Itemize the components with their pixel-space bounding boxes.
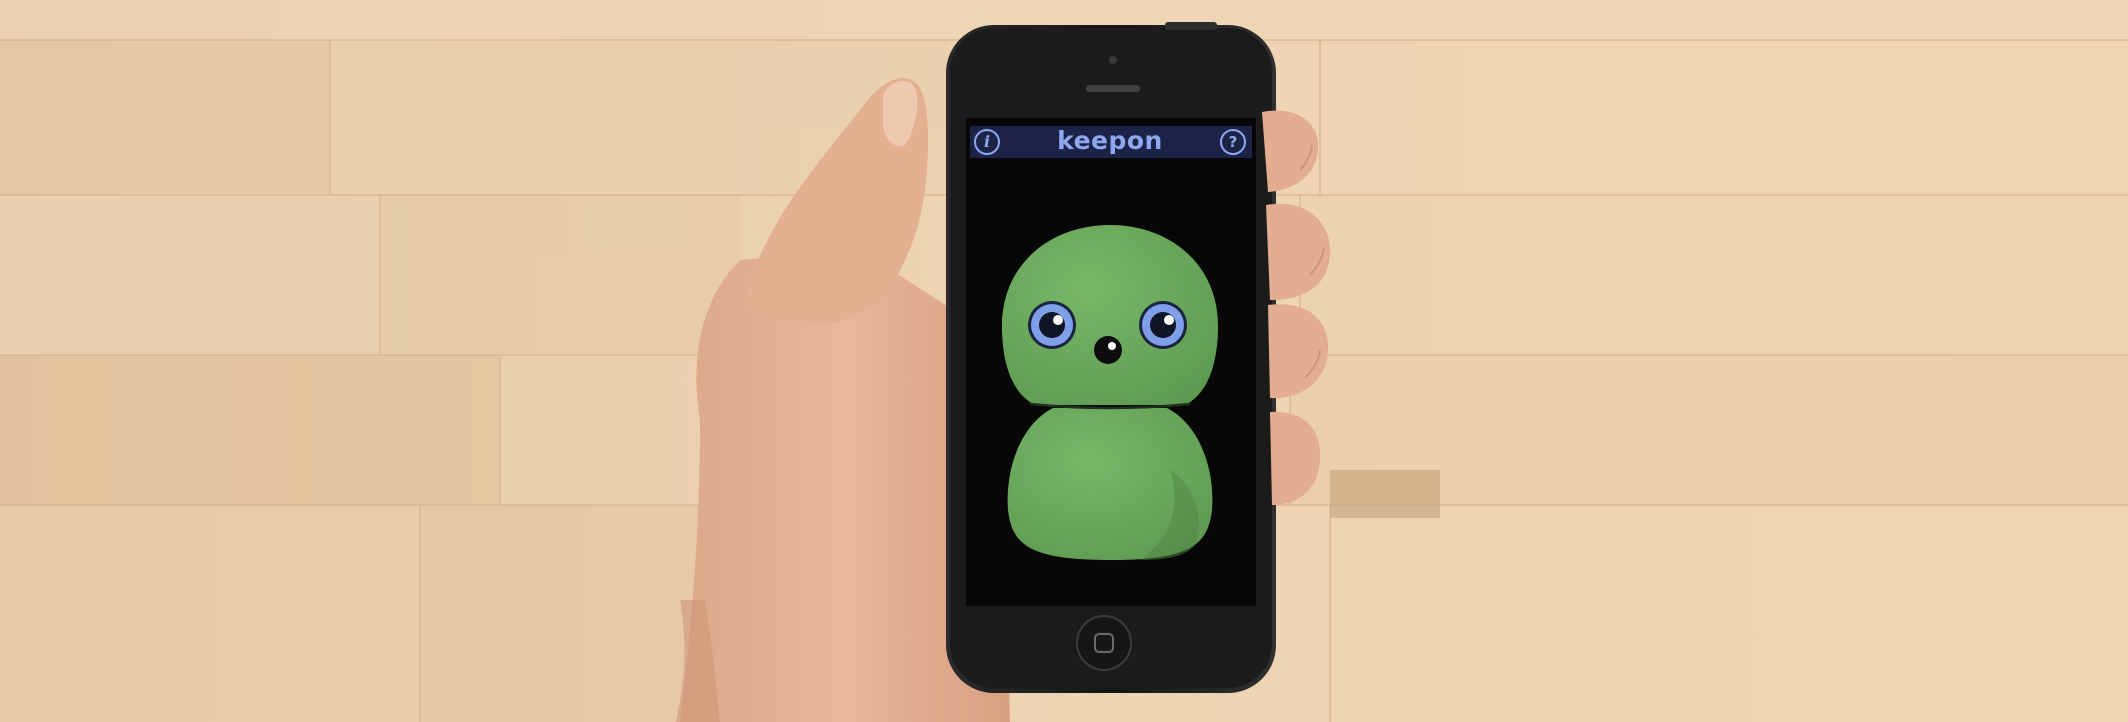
- info-icon: i: [983, 132, 991, 151]
- help-button[interactable]: ?: [1220, 129, 1246, 155]
- info-button[interactable]: i: [974, 129, 1000, 155]
- home-button-hotspot[interactable]: [1077, 616, 1131, 670]
- question-mark-icon: ?: [1228, 132, 1238, 151]
- app-title: keepon: [1057, 126, 1163, 155]
- keepon-touch-area[interactable]: [1000, 222, 1220, 562]
- app-overlay: i keepon ?: [0, 0, 2128, 722]
